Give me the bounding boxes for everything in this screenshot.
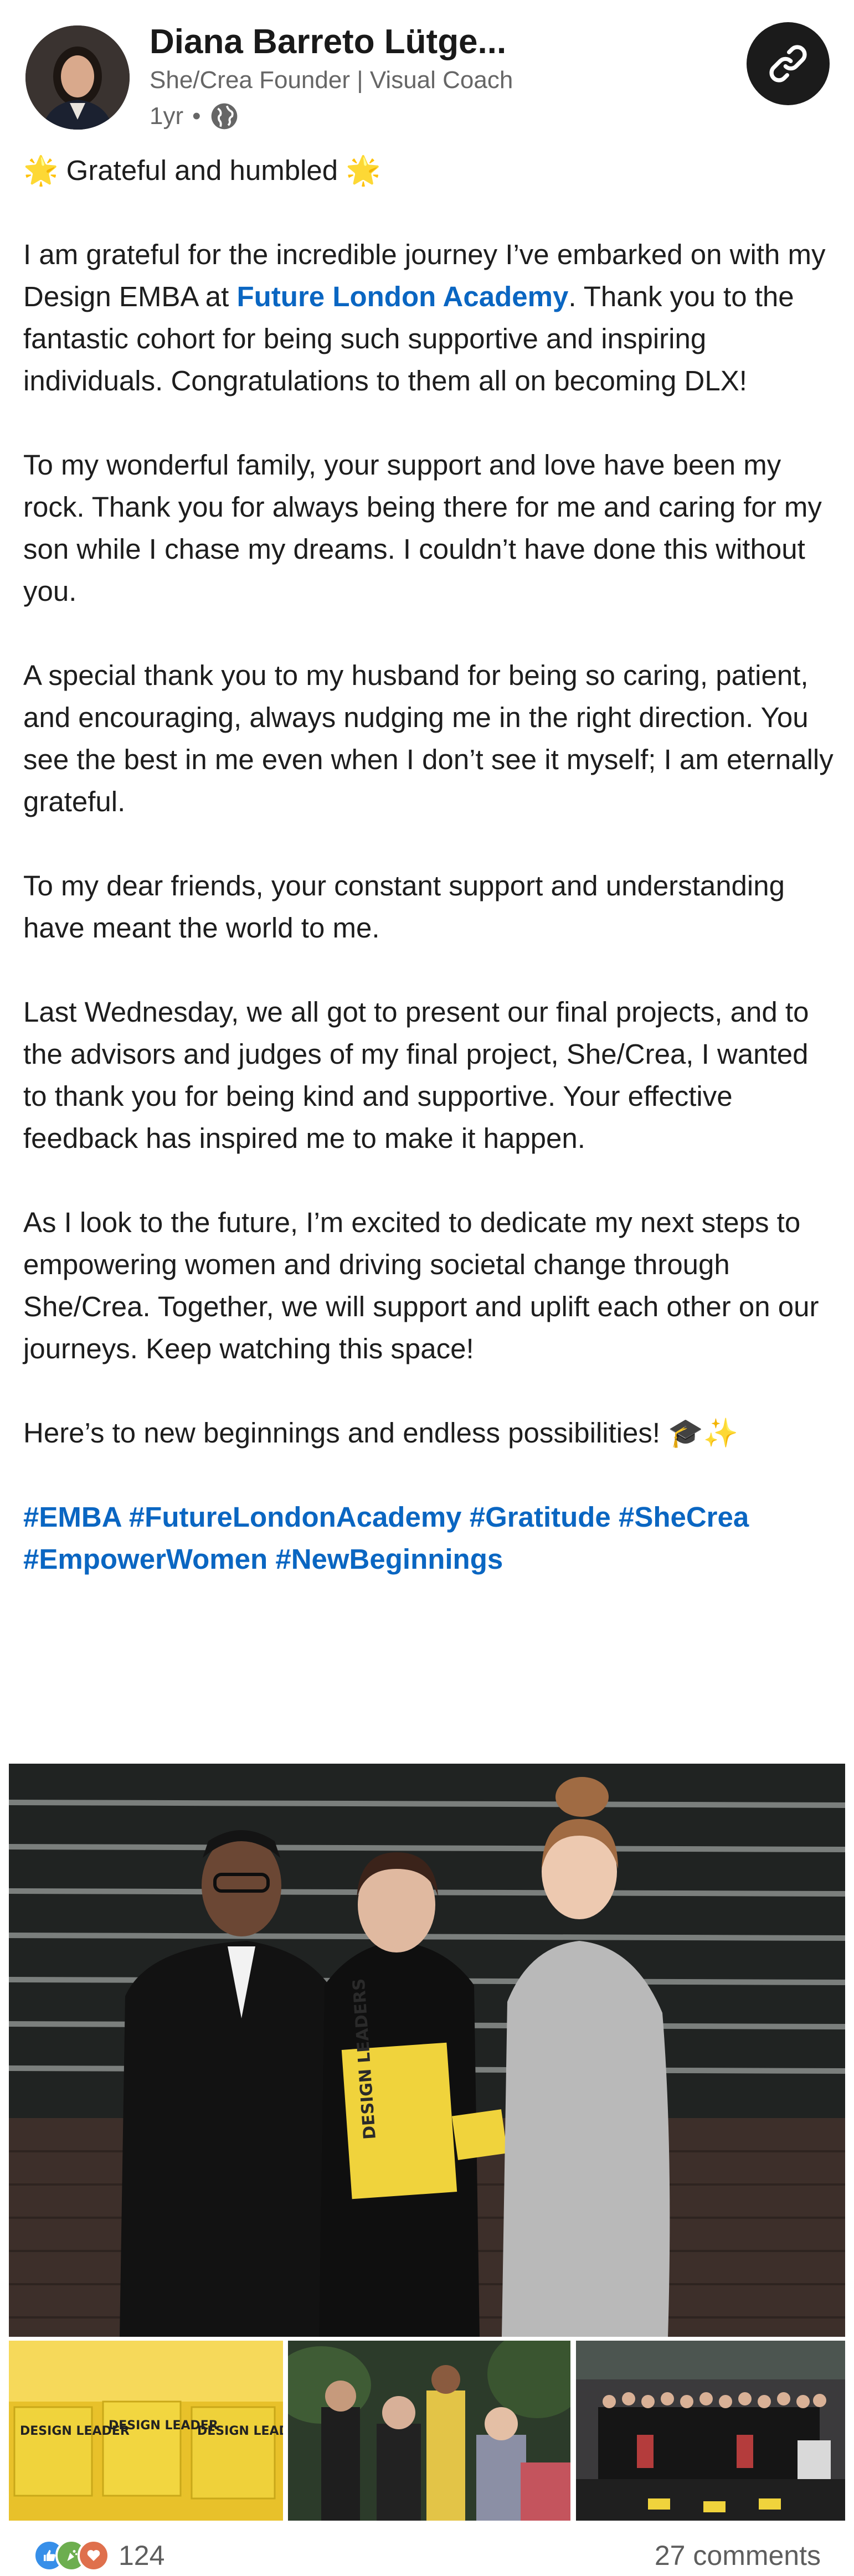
hashtag-link[interactable]: #SheCrea xyxy=(619,1501,749,1533)
hashtag-link[interactable]: #Gratitude xyxy=(470,1501,611,1533)
post-body: 🌟 Grateful and humbled 🌟 I am grateful f… xyxy=(23,150,837,1622)
hashtag-link[interactable]: #EmpowerWomen xyxy=(23,1543,267,1575)
post-meta: 1yr • xyxy=(150,100,240,133)
cube-label: DESIGN LEADER xyxy=(197,2424,283,2438)
post-main-photo[interactable]: DESIGN LEADERS xyxy=(9,1764,845,2337)
comments-count-link[interactable]: 27 comments xyxy=(655,2538,821,2573)
globe-icon xyxy=(209,101,240,132)
social-counts-bar: 124 27 comments xyxy=(0,2531,854,2576)
hashtag-link[interactable]: #FutureLondonAcademy xyxy=(129,1501,462,1533)
post-photo-thumbnail[interactable]: DESIGN LEADER DESIGN LEADER DESIGN LEADE… xyxy=(9,2341,283,2521)
post-header: Diana Barreto Lütge... She/Crea Founder … xyxy=(0,0,854,138)
love-reaction-icon xyxy=(78,2539,110,2572)
copy-link-button[interactable] xyxy=(747,22,830,105)
post-paragraph: To my dear friends, your constant suppor… xyxy=(23,870,785,944)
post-paragraph: Last Wednesday, we all got to present ou… xyxy=(23,996,809,1154)
hashtag-list: #EMBA #FutureLondonAcademy #Gratitude #S… xyxy=(23,1496,837,1580)
author-avatar[interactable] xyxy=(25,25,130,130)
reactions-summary[interactable]: 124 xyxy=(33,2538,164,2573)
author-headline: She/Crea Founder | Visual Coach xyxy=(150,66,513,94)
post-photo-thumbnail[interactable] xyxy=(576,2341,845,2521)
hashtag-link[interactable]: #NewBeginnings xyxy=(275,1543,503,1575)
post-paragraph: 🌟 Grateful and humbled 🌟 xyxy=(23,154,381,186)
post-paragraph: As I look to the future, I’m excited to … xyxy=(23,1207,819,1364)
post-paragraph: To my wonderful family, your support and… xyxy=(23,449,822,607)
meta-separator: • xyxy=(192,102,201,130)
post-paragraph: Here’s to new beginnings and endless pos… xyxy=(23,1417,739,1449)
post-time: 1yr xyxy=(150,102,184,130)
reaction-count: 124 xyxy=(119,2540,165,2571)
post-paragraph: I am grateful for the incredible journey… xyxy=(23,234,837,402)
link-icon xyxy=(769,45,807,83)
post-photo-thumbnail[interactable] xyxy=(288,2341,570,2521)
author-name[interactable]: Diana Barreto Lütge... xyxy=(150,22,506,61)
company-mention-link[interactable]: Future London Academy xyxy=(237,281,569,312)
post-paragraph: A special thank you to my husband for be… xyxy=(23,660,834,817)
hashtag-link[interactable]: #EMBA xyxy=(23,1501,121,1533)
